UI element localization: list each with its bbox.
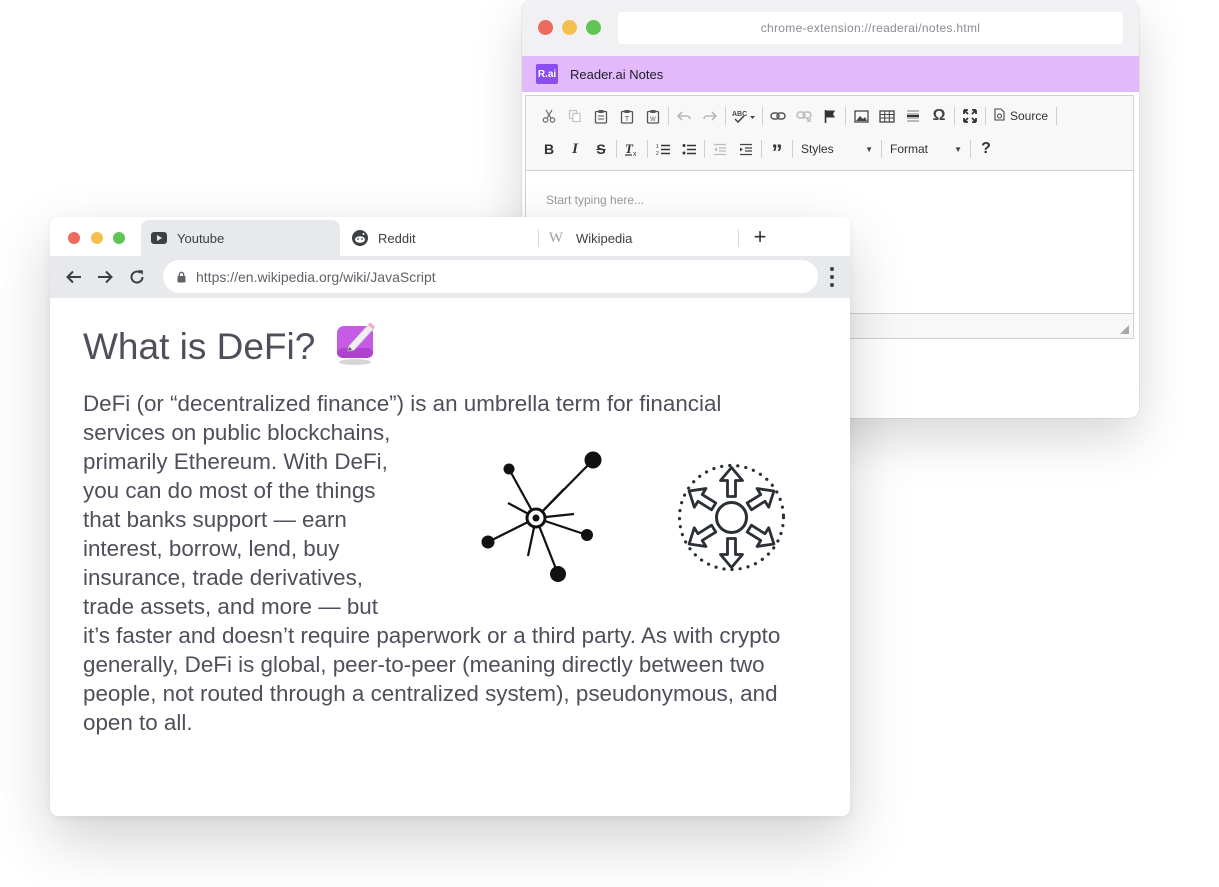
editor-toolbar: T W ABC Ω Source B I S T x 1 2 ” Styles … xyxy=(526,96,1133,171)
paste-icon[interactable] xyxy=(588,104,614,128)
link-icon[interactable] xyxy=(765,104,791,128)
source-icon xyxy=(994,108,1005,124)
svg-text:T: T xyxy=(625,116,630,123)
format-label: Format xyxy=(890,142,929,156)
tab-label: Reddit xyxy=(378,230,416,246)
reddit-icon xyxy=(352,230,368,246)
svg-text:W: W xyxy=(650,117,656,123)
notes-titlebar: chrome-extension://readerai/notes.html xyxy=(522,0,1139,56)
decentralized-arrows-icon xyxy=(674,460,789,580)
cut-icon[interactable] xyxy=(536,104,562,128)
svg-text:1: 1 xyxy=(656,144,659,150)
paragraph-line: services on public blockchains, xyxy=(83,420,391,445)
paragraph-line: people, not routed through a centralized… xyxy=(83,681,778,706)
bold-button[interactable]: B xyxy=(536,137,562,161)
image-icon[interactable] xyxy=(848,104,874,128)
network-hub-icon xyxy=(478,448,608,588)
paragraph-line: generally, DeFi is global, peer-to-peer … xyxy=(83,652,765,677)
paragraph-line: DeFi (or “decentralized finance”) is an … xyxy=(83,391,722,416)
italic-button[interactable]: I xyxy=(562,137,588,161)
page-content: What is DeFi? DeFi (or “decentralized fi… xyxy=(50,298,850,816)
notes-header: R.ai Reader.ai Notes xyxy=(522,56,1139,92)
more-menu-icon[interactable] xyxy=(826,267,838,287)
paste-word-icon[interactable]: W xyxy=(640,104,666,128)
table-icon[interactable] xyxy=(874,104,900,128)
memo-icon xyxy=(335,318,377,375)
source-button[interactable]: Source xyxy=(988,104,1054,128)
paste-text-icon[interactable]: T xyxy=(614,104,640,128)
navigation-bar: https://en.wikipedia.org/wiki/JavaScript xyxy=(50,256,850,298)
notes-title: Reader.ai Notes xyxy=(570,66,664,82)
page-title: What is DeFi? xyxy=(83,325,316,367)
tab-wikipedia[interactable]: W Wikipedia xyxy=(542,220,737,256)
maximize-icon[interactable] xyxy=(957,104,983,128)
url-text: https://en.wikipedia.org/wiki/JavaScript xyxy=(196,268,436,285)
article-heading: What is DeFi? xyxy=(83,318,377,375)
spellcheck-icon[interactable]: ABC xyxy=(728,104,760,128)
source-label: Source xyxy=(1010,109,1049,123)
tab-reddit[interactable]: Reddit xyxy=(342,220,532,256)
paragraph-line: open to all. xyxy=(83,710,193,735)
reload-icon[interactable] xyxy=(126,266,148,288)
lock-icon xyxy=(177,271,186,283)
wikipedia-icon: W xyxy=(548,229,564,246)
undo-icon[interactable] xyxy=(671,104,697,128)
chevron-down-icon: ▼ xyxy=(865,144,873,154)
tab-strip: Youtube Reddit W Wikipedia + xyxy=(50,217,850,256)
indent-icon[interactable] xyxy=(733,137,759,161)
bulleted-list-icon[interactable] xyxy=(676,137,702,161)
tab-label: Wikipedia xyxy=(576,230,633,246)
strikethrough-button[interactable]: S xyxy=(588,137,614,161)
remove-format-icon[interactable]: Tx xyxy=(619,137,645,161)
styles-dropdown[interactable]: Styles ▼ xyxy=(795,137,879,161)
styles-label: Styles xyxy=(801,142,834,156)
close-button[interactable] xyxy=(68,232,80,244)
notes-url-bar[interactable]: chrome-extension://readerai/notes.html xyxy=(618,12,1123,44)
maximize-button[interactable] xyxy=(113,232,125,244)
new-tab-button[interactable]: + xyxy=(746,223,774,251)
paragraph-line: it’s faster and doesn’t require paperwor… xyxy=(83,623,781,648)
minimize-button[interactable] xyxy=(91,232,103,244)
redo-icon[interactable] xyxy=(697,104,723,128)
outdent-icon[interactable] xyxy=(707,137,733,161)
close-button[interactable] xyxy=(538,20,553,35)
resize-handle-icon[interactable] xyxy=(1120,325,1129,334)
back-arrow-icon[interactable] xyxy=(63,266,85,288)
anchor-icon[interactable] xyxy=(817,104,843,128)
special-char-icon[interactable]: Ω xyxy=(926,104,952,128)
tab-label: Youtube xyxy=(177,230,225,246)
copy-icon[interactable] xyxy=(562,104,588,128)
minimize-button[interactable] xyxy=(562,20,577,35)
browser-window: Youtube Reddit W Wikipedia + https://en.… xyxy=(50,217,850,816)
help-button[interactable]: ? xyxy=(973,137,999,161)
horizontal-line-icon[interactable] xyxy=(900,104,926,128)
unlink-icon[interactable] xyxy=(791,104,817,128)
address-bar[interactable]: https://en.wikipedia.org/wiki/JavaScript xyxy=(163,260,818,293)
paragraph-line: trade assets, and more — but xyxy=(83,594,378,619)
svg-text:ABC: ABC xyxy=(732,111,747,118)
youtube-icon xyxy=(151,230,167,246)
forward-arrow-icon[interactable] xyxy=(94,266,116,288)
svg-text:x: x xyxy=(633,151,637,157)
tab-youtube[interactable]: Youtube xyxy=(141,220,340,256)
blockquote-icon[interactable]: ” xyxy=(764,137,790,164)
chevron-down-icon: ▼ xyxy=(954,144,962,154)
format-dropdown[interactable]: Format ▼ xyxy=(884,137,968,161)
maximize-button[interactable] xyxy=(586,20,601,35)
readerai-logo: R.ai xyxy=(536,64,558,84)
numbered-list-icon[interactable]: 12 xyxy=(650,137,676,161)
svg-text:2: 2 xyxy=(656,151,659,156)
